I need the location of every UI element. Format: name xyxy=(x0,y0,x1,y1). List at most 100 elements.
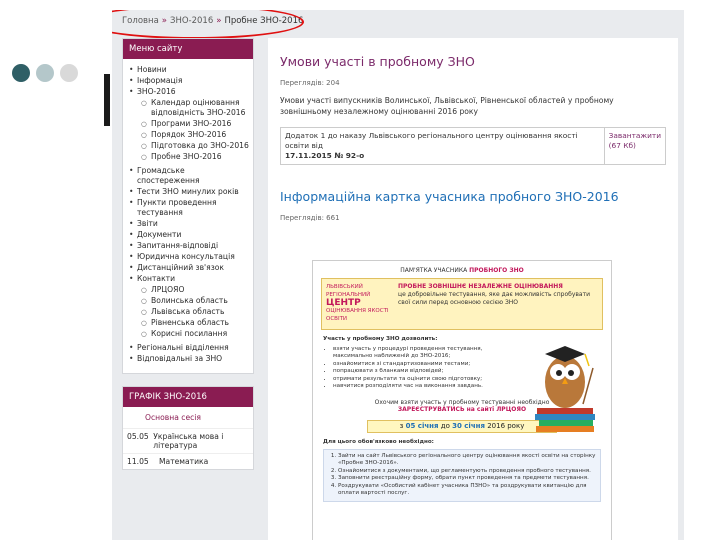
card-bullets: взяти участь у процедурі проведення тест… xyxy=(323,346,513,391)
center-logo: ЛЬВІВСЬКИЙ РЕГІОНАЛЬНИЙ ЦЕНТР ОЦІНЮВАННЯ… xyxy=(326,283,392,325)
slide-dot-dark xyxy=(12,64,30,82)
menu-item[interactable]: Інформація xyxy=(129,76,249,86)
dates-to: 30 січня xyxy=(452,421,485,430)
book-icon xyxy=(537,408,593,414)
list-item: Заповнити реєстраційну форму, обрати пун… xyxy=(338,475,596,483)
registration-dates: з 05 січня до 30 січня 2016 року xyxy=(367,419,557,433)
registration-highlight: ЗАРЕЄСТРУВАТИСЬ на сайті ЛРЦОЯО xyxy=(397,406,527,413)
site-menu-list: НовиниІнформаціяЗНО-2016Календар оцінюва… xyxy=(123,59,253,373)
list-item: навчитися розподіляти час на виконання з… xyxy=(333,383,513,391)
breadcrumb: Головна» ЗНО-2016» Пробне ЗНО-2016 xyxy=(112,10,684,36)
graduation-cap-icon xyxy=(545,346,585,362)
menu-subitem[interactable]: Порядок ЗНО-2016 xyxy=(129,130,249,140)
download-link[interactable]: Завантажити (67 Кб) xyxy=(603,127,667,165)
breadcrumb-current: Пробне ЗНО-2016 xyxy=(224,16,304,26)
breadcrumb-sep: » xyxy=(216,16,222,26)
schedule-subject[interactable]: Математика xyxy=(159,457,208,466)
owl-illustration xyxy=(535,346,595,432)
list-item: взяти участь у процедурі проведення тест… xyxy=(333,346,513,361)
banner-title: ПРОБНЕ ЗОВНІШНЄ НЕЗАЛЕЖНЕ ОЦІНЮВАННЯ xyxy=(398,283,563,290)
article-title[interactable]: Умови участі в пробному ЗНО xyxy=(280,54,666,69)
menu-subitem[interactable]: Корисні посилання xyxy=(129,329,249,339)
schedule-date: 11.05 xyxy=(127,457,149,466)
breadcrumb-home[interactable]: Головна xyxy=(122,16,159,26)
menu-item[interactable]: Запитання-відповіді xyxy=(129,241,249,251)
menu-item[interactable]: Відповідальні за ЗНО xyxy=(129,354,249,364)
main-content: Умови участі в пробному ЗНО Переглядів: … xyxy=(268,38,678,540)
sidebar: Меню сайту НовиниІнформаціяЗНО-2016Кален… xyxy=(122,38,254,470)
info-card-image: ПАМ'ЯТКА УЧАСНИКА ПРОБНОГО ЗНО ЛЬВІВСЬКИ… xyxy=(312,260,612,540)
menu-item[interactable]: Звіти xyxy=(129,219,249,229)
menu-subitem[interactable]: Рівненська область xyxy=(129,318,249,328)
banner-body: це добровільне тестування, яке дає можли… xyxy=(398,291,590,306)
slide-rule xyxy=(104,74,110,126)
cap-tassel xyxy=(584,353,590,367)
book-icon xyxy=(535,414,595,420)
menu-item[interactable]: Контакти xyxy=(129,274,249,284)
website-screenshot: Головна» ЗНО-2016» Пробне ЗНО-2016 Меню са… xyxy=(112,10,684,540)
dates-prefix: з xyxy=(399,421,404,430)
menu-item[interactable]: ЗНО-2016 xyxy=(129,87,249,97)
logo-line-2: ЦЕНТР xyxy=(326,298,361,308)
menu-item[interactable]: Громадське спостереження xyxy=(129,166,249,186)
owl-pupil xyxy=(556,370,562,376)
slide-dot-light xyxy=(60,64,78,82)
dates-suffix: 2016 року xyxy=(487,421,525,430)
list-item: Зайти на сайт Львівського регіонального … xyxy=(338,453,596,468)
document-order: Додаток 1 до наказу Львівського регіонал… xyxy=(285,131,578,150)
document-description: Додаток 1 до наказу Львівського регіонал… xyxy=(280,127,605,165)
list-item: ознайомитися зі стандартизованими тестам… xyxy=(333,361,513,369)
menu-subitem[interactable]: Календар оцінювання відповідність ЗНО-20… xyxy=(129,98,249,118)
document-order-date: 17.11.2015 № 92-о xyxy=(285,151,365,160)
breadcrumb-zno[interactable]: ЗНО-2016 xyxy=(170,16,213,26)
schedule-row: 11.05 Математика xyxy=(123,453,253,469)
logo-line-3: ОЦІНЮВАННЯ ЯКОСТІ ОСВІТИ xyxy=(326,308,389,322)
schedule-subtitle[interactable]: Основна сесія xyxy=(123,407,253,428)
card-body: Участь у пробному ЗНО дозволить: взяти у… xyxy=(321,330,603,508)
dates-mid: до xyxy=(440,421,450,430)
site-menu-title: Меню сайту xyxy=(123,39,253,59)
menu-subitem[interactable]: ЛРЦОЯО xyxy=(129,285,249,295)
article-title-2[interactable]: Інформаційна картка учасника пробного ЗН… xyxy=(280,189,666,204)
card-top-line: ПАМ'ЯТКА УЧАСНИКА ПРОБНОГО ЗНО xyxy=(321,267,603,274)
views-count: Переглядів: 204 xyxy=(280,79,340,87)
menu-item[interactable]: Новини xyxy=(129,65,249,75)
menu-subitem[interactable]: Програми ЗНО-2016 xyxy=(129,119,249,129)
card-steps: Для цього обов'язково необхідно: Зайти н… xyxy=(323,439,601,502)
steps-list: Зайти на сайт Львівського регіонального … xyxy=(323,448,601,502)
views-count-2: Переглядів: 661 xyxy=(280,214,340,222)
list-item: отримати результати та оцінити свою підг… xyxy=(333,376,513,384)
menu-item[interactable]: Документи xyxy=(129,230,249,240)
schedule-subject[interactable]: Українська мова і література xyxy=(153,432,249,450)
book-icon xyxy=(539,420,593,426)
menu-item[interactable]: Юридична консультація xyxy=(129,252,249,262)
book-icon xyxy=(536,426,594,432)
dates-from: 05 січня xyxy=(405,421,439,430)
banner-text: ПРОБНЕ ЗОВНІШНЄ НЕЗАЛЕЖНЕ ОЦІНЮВАННЯ це … xyxy=(398,283,598,325)
logo-line-1: ЛЬВІВСЬКИЙ РЕГІОНАЛЬНИЙ xyxy=(326,284,371,298)
menu-item[interactable]: Тести ЗНО минулих років xyxy=(129,187,249,197)
registration-text: Охочим взяти участь у пробному тестуванн… xyxy=(374,398,550,406)
schedule-row: 05.05 Українська мова і література xyxy=(123,428,253,453)
schedule-title: ГРАФІК ЗНО-2016 xyxy=(123,387,253,407)
card-top-prefix: ПАМ'ЯТКА УЧАСНИКА xyxy=(400,267,468,274)
site-menu: Меню сайту НовиниІнформаціяЗНО-2016Кален… xyxy=(122,38,254,374)
card-top-highlight: ПРОБНОГО ЗНО xyxy=(469,267,524,274)
slide-dots xyxy=(12,64,78,82)
slide-dot-mid xyxy=(36,64,54,82)
menu-item[interactable]: Пункти проведення тестування xyxy=(129,198,249,218)
list-item: Ознайомитися з документами, що регламент… xyxy=(338,468,596,476)
schedule-card: ГРАФІК ЗНО-2016 Основна сесія 05.05 Укра… xyxy=(122,386,254,470)
schedule-date: 05.05 xyxy=(127,432,149,441)
owl-pupil xyxy=(568,370,574,376)
card-banner: ЛЬВІВСЬКИЙ РЕГІОНАЛЬНИЙ ЦЕНТР ОЦІНЮВАННЯ… xyxy=(321,278,603,330)
document-table: Додаток 1 до наказу Львівського регіонал… xyxy=(280,127,667,165)
menu-subitem[interactable]: Пробне ЗНО-2016 xyxy=(129,152,249,162)
menu-item[interactable]: Регіональні відділення xyxy=(129,343,249,353)
menu-item[interactable]: Дистанційний зв'язок xyxy=(129,263,249,273)
menu-subitem[interactable]: Львівська область xyxy=(129,307,249,317)
menu-subitem[interactable]: Волинська область xyxy=(129,296,249,306)
menu-subitem[interactable]: Підготовка до ЗНО-2016 xyxy=(129,141,249,151)
article-text: Умови участі випускників Волинської, Льв… xyxy=(280,96,614,116)
table-row: Додаток 1 до наказу Львівського регіонал… xyxy=(280,127,667,165)
